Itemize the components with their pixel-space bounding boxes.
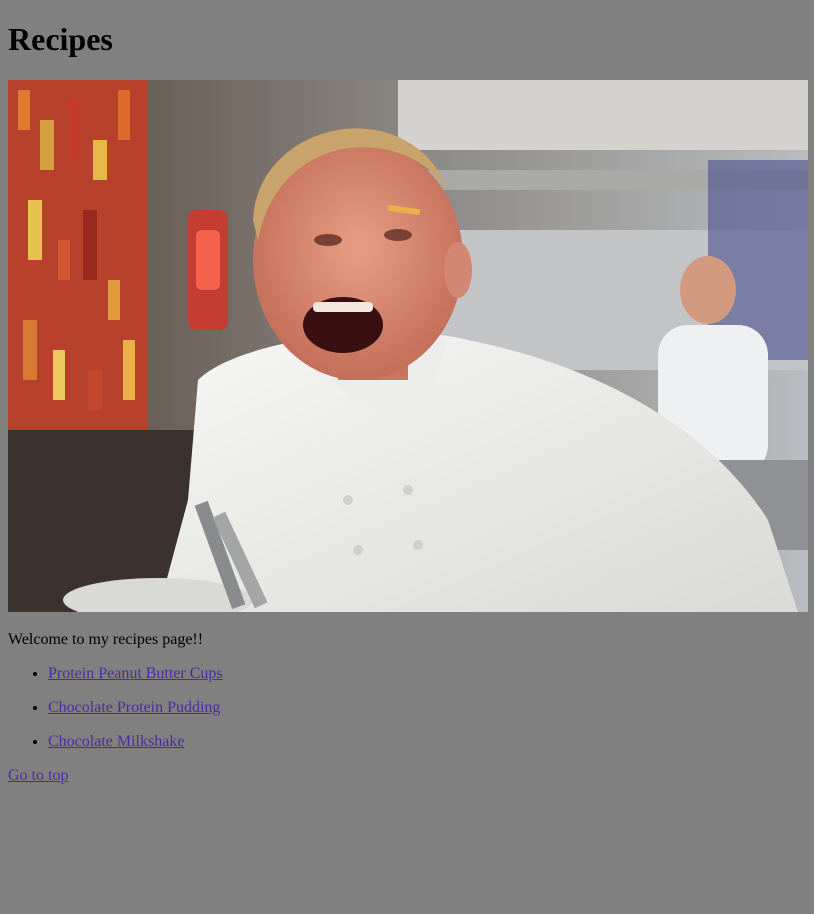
- recipe-list: Protein Peanut Butter Cups Chocolate Pro…: [8, 665, 806, 751]
- recipe-link-chocolate-milkshake[interactable]: Chocolate Milkshake: [48, 733, 184, 750]
- hero-image: [8, 80, 808, 612]
- page-container: Recipes Welcome to my recipes page!! • P…: [0, 21, 814, 785]
- list-item: Chocolate Milkshake: [48, 733, 806, 751]
- intro-text: Welcome to my recipes page!!: [8, 631, 204, 648]
- list-item: Chocolate Protein Pudding: [48, 699, 806, 717]
- list-item: Protein Peanut Butter Cups: [48, 665, 806, 683]
- go-to-top-link[interactable]: Go to top: [8, 767, 68, 785]
- recipe-link-protein-peanut-butter-cups[interactable]: Protein Peanut Butter Cups: [48, 665, 223, 682]
- page-title: Recipes: [8, 21, 113, 57]
- recipe-link-chocolate-protein-pudding[interactable]: Chocolate Protein Pudding: [48, 699, 220, 716]
